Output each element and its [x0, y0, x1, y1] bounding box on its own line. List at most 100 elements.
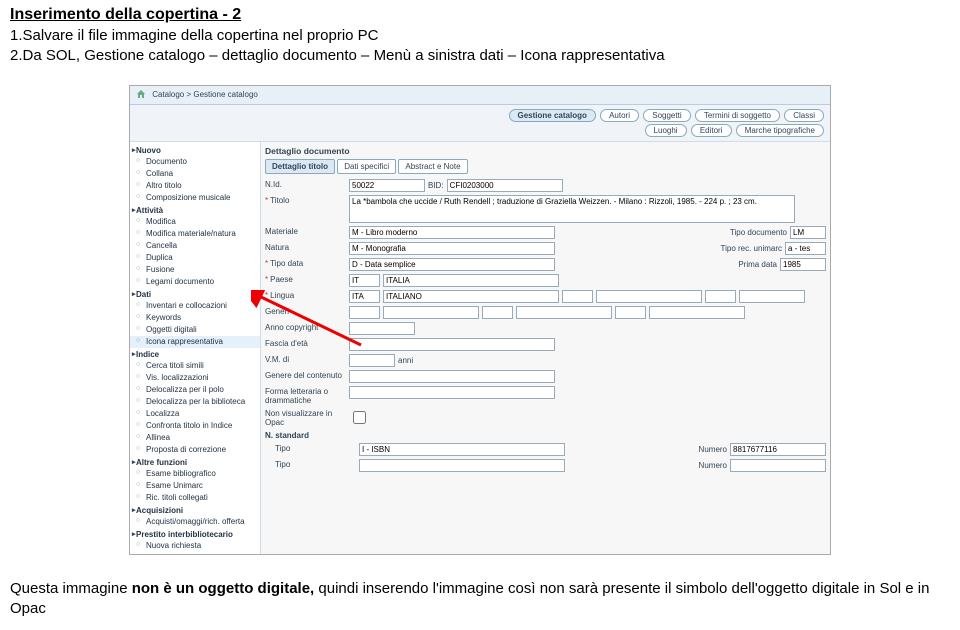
sb-modifica[interactable]: Modifica	[130, 216, 260, 228]
sb-nuovarich[interactable]: Nuova richiesta	[130, 540, 260, 552]
tipo2-label: Tipo	[265, 459, 355, 469]
paese-name-input[interactable]	[383, 274, 559, 287]
btn-marche[interactable]: Marche tipografiche	[736, 124, 824, 137]
gen3c[interactable]	[615, 306, 646, 319]
sb-legami[interactable]: Legami documento	[130, 276, 260, 288]
lingua-name-input[interactable]	[383, 290, 559, 303]
page-instructions: 1.Salvare il file immagine della coperti…	[0, 24, 960, 75]
sb-duplica[interactable]: Duplica	[130, 252, 260, 264]
fascia-input[interactable]	[349, 338, 555, 351]
sb-documento[interactable]: Documento	[130, 156, 260, 168]
gen1n[interactable]	[383, 306, 479, 319]
instr-1: 1.Salvare il file immagine della coperti…	[10, 26, 950, 46]
paese-code-input[interactable]	[349, 274, 380, 287]
lingua-code-input[interactable]	[349, 290, 380, 303]
primadata-input[interactable]	[780, 258, 826, 271]
lingua3-code[interactable]	[705, 290, 736, 303]
gen2c[interactable]	[482, 306, 513, 319]
gen2n[interactable]	[516, 306, 612, 319]
sb-acqomaggi[interactable]: Acquisti/omaggi/rich. offerta	[130, 516, 260, 528]
tab-datispec[interactable]: Dati specifici	[337, 159, 396, 174]
content-title: Dettaglio documento	[265, 146, 826, 159]
tipo-input[interactable]	[359, 443, 565, 456]
sb-localizza[interactable]: Localizza	[130, 408, 260, 420]
sb-cercasimili[interactable]: Cerca titoli simili	[130, 360, 260, 372]
sb-compmus[interactable]: Composizione musicale	[130, 192, 260, 204]
sb-sec-nuovo[interactable]: Nuovo	[130, 144, 260, 156]
sb-allinea[interactable]: Allinea	[130, 432, 260, 444]
sb-delocpolo[interactable]: Delocalizza per il polo	[130, 384, 260, 396]
forma-input[interactable]	[349, 386, 555, 399]
numero-input[interactable]	[730, 443, 826, 456]
gen1c[interactable]	[349, 306, 380, 319]
sb-proposta[interactable]: Proposta di correzione	[130, 444, 260, 456]
sb-oggdig[interactable]: Oggetti digitali	[130, 324, 260, 336]
lingua2-code[interactable]	[562, 290, 593, 303]
lingua3-name[interactable]	[739, 290, 805, 303]
titolo-input[interactable]: La *bambola che uccide / Ruth Rendell ; …	[349, 195, 795, 223]
sb-ricticol[interactable]: Ric. titoli collegati	[130, 492, 260, 504]
top-buttons: Gestione catalogo Autori Soggetti Termin…	[130, 105, 830, 142]
sb-sec-indice[interactable]: Indice	[130, 348, 260, 360]
sb-confronta[interactable]: Confronta titolo in Indice	[130, 420, 260, 432]
sb-keywords[interactable]: Keywords	[130, 312, 260, 324]
sb-modmat[interactable]: Modifica materiale/natura	[130, 228, 260, 240]
footer-strong: non è un oggetto digitale,	[132, 580, 314, 597]
vm-input[interactable]	[349, 354, 395, 367]
tipo2-input[interactable]	[359, 459, 565, 472]
sb-iconarapp[interactable]: Icona rappresentativa	[130, 336, 260, 348]
natura-input[interactable]	[349, 242, 555, 255]
btn-autori[interactable]: Autori	[600, 109, 639, 122]
gen3n[interactable]	[649, 306, 745, 319]
tiporec-input[interactable]	[785, 242, 826, 255]
paese-label: *Paese	[265, 274, 345, 284]
page-heading: Inserimento della copertina - 2	[0, 0, 960, 24]
page-footer: Questa immagine non è un oggetto digital…	[0, 565, 960, 630]
btn-classi[interactable]: Classi	[784, 109, 824, 122]
sb-inventari[interactable]: Inventari e collocazioni	[130, 300, 260, 312]
generi-label: Generi	[265, 306, 345, 316]
btn-gestcat[interactable]: Gestione catalogo	[509, 109, 596, 122]
tab-dettaglio[interactable]: Dettaglio titolo	[265, 159, 335, 174]
sb-sec-acq[interactable]: Acquisizioni	[130, 504, 260, 516]
sb-delocbib[interactable]: Delocalizza per la biblioteca	[130, 396, 260, 408]
primadata-label: Prima data	[738, 260, 777, 269]
sb-sec-altre[interactable]: Altre funzioni	[130, 456, 260, 468]
tipodata-input[interactable]	[349, 258, 555, 271]
btn-termini[interactable]: Termini di soggetto	[695, 109, 780, 122]
breadcrumb: Catalogo > Gestione catalogo	[130, 86, 830, 105]
lingua2-name[interactable]	[596, 290, 702, 303]
sb-cancella[interactable]: Cancella	[130, 240, 260, 252]
annocopy-label: Anno copyright	[265, 322, 345, 332]
nonvis-checkbox[interactable]	[353, 411, 366, 424]
sb-esameuni[interactable]: Esame Unimarc	[130, 480, 260, 492]
sb-sec-attivita[interactable]: Attività	[130, 204, 260, 216]
sb-altrotitolo[interactable]: Altro titolo	[130, 180, 260, 192]
bid-input[interactable]	[447, 179, 563, 192]
sb-collana[interactable]: Collana	[130, 168, 260, 180]
btn-luoghi[interactable]: Luoghi	[645, 124, 687, 137]
materiale-input[interactable]	[349, 226, 555, 239]
sb-sec-dati[interactable]: Dati	[130, 288, 260, 300]
sb-esamebib[interactable]: Esame bibliografico	[130, 468, 260, 480]
instr-2: 2.Da SOL, Gestione catalogo – dettaglio …	[10, 46, 950, 66]
annocopy-input[interactable]	[349, 322, 415, 335]
generecont-input[interactable]	[349, 370, 555, 383]
tab-abstract[interactable]: Abstract e Note	[398, 159, 467, 174]
btn-editori[interactable]: Editori	[691, 124, 732, 137]
btn-soggetti[interactable]: Soggetti	[643, 109, 690, 122]
numero2-input[interactable]	[730, 459, 826, 472]
numero-label: Numero	[699, 445, 727, 454]
numero2-label: Numero	[699, 461, 727, 470]
lingua-label: *Lingua	[265, 290, 345, 300]
sb-fusione[interactable]: Fusione	[130, 264, 260, 276]
nonvis-label: Non visualizzare in Opac	[265, 408, 345, 427]
nid-input[interactable]	[349, 179, 425, 192]
tipodoc-input[interactable]	[790, 226, 826, 239]
breadcrumb-text: Catalogo > Gestione catalogo	[152, 90, 258, 99]
anni-label: anni	[398, 356, 413, 365]
sb-sec-prestito[interactable]: Prestito interbibliotecario	[130, 528, 260, 540]
sb-visloc[interactable]: Vis. localizzazioni	[130, 372, 260, 384]
footer-pre: Questa immagine	[10, 580, 132, 597]
tiporec-label: Tipo rec. unimarc	[721, 244, 783, 253]
